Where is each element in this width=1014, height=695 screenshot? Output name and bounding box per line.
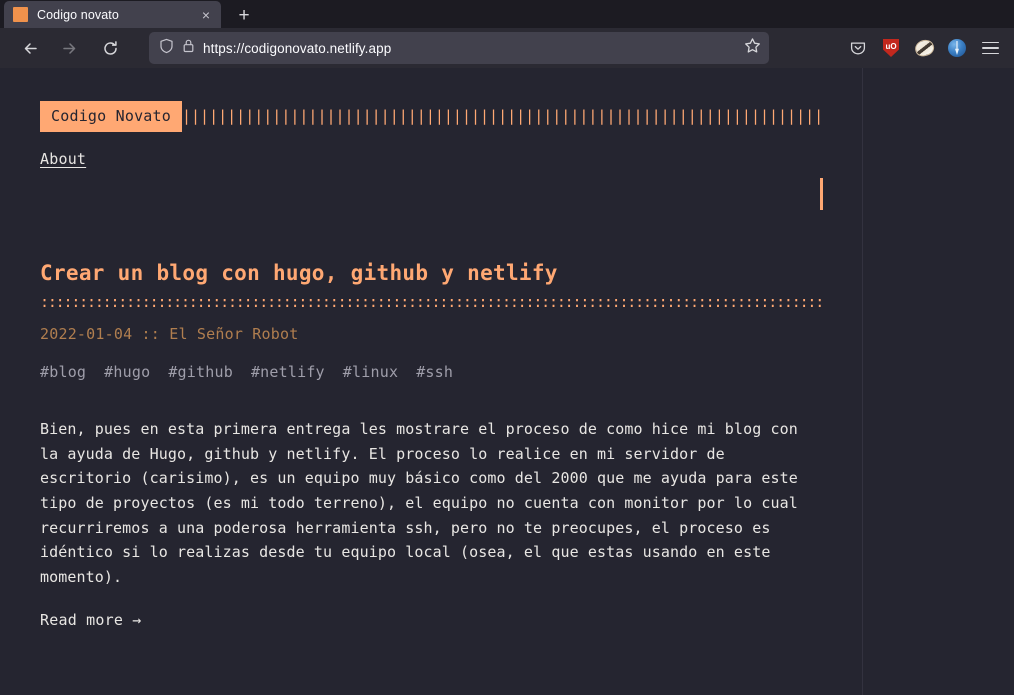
page-scrollbar[interactable] <box>1005 68 1014 695</box>
download-globe-icon[interactable] <box>941 32 973 64</box>
reload-icon[interactable] <box>94 32 127 64</box>
page-content: Codigo Novato ||||||||||||||||||||||||||… <box>0 68 862 630</box>
tab-title: Codigo novato <box>37 7 119 22</box>
tab-strip: Codigo novato × + <box>0 0 1014 28</box>
new-tab-icon[interactable]: + <box>230 2 258 28</box>
post-summary-text: Bien, pues en esta primera entrega les m… <box>40 420 798 586</box>
scrollbar-find-marker <box>820 178 823 210</box>
tag-hugo[interactable]: #hugo <box>104 363 150 381</box>
browser-tab[interactable]: Codigo novato × <box>4 1 221 28</box>
arrow-left-icon[interactable] <box>14 32 47 64</box>
tag-netlify[interactable]: #netlify <box>251 363 325 381</box>
page-viewport: Codigo Novato ||||||||||||||||||||||||||… <box>0 68 1014 695</box>
url-bar[interactable]: https://codigonovato.netlify.app <box>149 32 769 64</box>
browser-chrome: Codigo novato × + https://codigonovato.n… <box>0 0 1014 68</box>
url-text[interactable]: https://codigonovato.netlify.app <box>203 41 736 56</box>
hamburger-glyph <box>981 41 999 55</box>
site-title[interactable]: Codigo Novato <box>40 101 182 132</box>
hamburger-menu-icon[interactable] <box>974 32 1006 64</box>
lock-icon[interactable] <box>182 38 195 59</box>
sidebar-item-about[interactable]: About <box>40 150 86 168</box>
tag-blog[interactable]: #blog <box>40 363 86 381</box>
shield-icon[interactable] <box>159 38 174 59</box>
content-rail: Codigo Novato ||||||||||||||||||||||||||… <box>0 68 863 695</box>
tag-ssh[interactable]: #ssh <box>416 363 453 381</box>
post-tags: #blog #hugo #github #netlify #linux #ssh <box>40 363 822 381</box>
ublock-origin-icon[interactable]: uO <box>875 32 907 64</box>
close-icon[interactable]: × <box>197 6 215 24</box>
site-header: Codigo Novato ||||||||||||||||||||||||||… <box>40 101 822 132</box>
tag-github[interactable]: #github <box>168 363 233 381</box>
post-title[interactable]: Crear un blog con hugo, github y netlify <box>40 261 822 286</box>
privacy-badger-icon[interactable] <box>908 32 940 64</box>
toolbar-extensions: uO <box>842 32 1006 64</box>
post-meta: 2022-01-04 :: El Señor Robot <box>40 325 299 344</box>
arrow-right-icon[interactable] <box>53 32 86 64</box>
pocket-icon[interactable] <box>842 32 874 64</box>
site-nav: About <box>40 150 822 169</box>
navigation-toolbar: https://codigonovato.netlify.app uO <box>0 28 1014 68</box>
download-globe-glyph <box>948 39 966 57</box>
ublock-origin-badge: uO <box>883 39 899 57</box>
header-rule-decoration: ||||||||||||||||||||||||||||||||||||||||… <box>182 107 822 125</box>
tab-favicon <box>13 7 28 22</box>
star-icon[interactable] <box>744 37 761 59</box>
post-rule-decoration: ::::::::::::::::::::::::::::::::::::::::… <box>40 295 822 310</box>
privacy-badger-glyph <box>912 37 936 59</box>
tag-linux[interactable]: #linux <box>343 363 398 381</box>
read-more-link[interactable]: Read more → <box>40 611 142 629</box>
post-article: Crear un blog con hugo, github y netlify… <box>40 261 822 630</box>
